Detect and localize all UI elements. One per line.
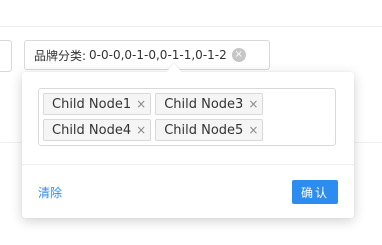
row-divider bbox=[0, 26, 382, 27]
confirm-button[interactable]: 确认 bbox=[291, 180, 338, 204]
close-icon[interactable]: × bbox=[136, 124, 146, 136]
filter-value: 0-0-0,0-1-0,0-1-1,0-1-2 bbox=[89, 48, 227, 62]
close-icon[interactable]: × bbox=[248, 124, 258, 136]
filter-label: 品牌分类: bbox=[34, 48, 87, 63]
selected-tags-box[interactable]: Child Node1 × Child Node3 × Child Node4 … bbox=[38, 88, 336, 146]
brand-category-filter[interactable]: 品牌分类: 0-0-0,0-1-0,0-1-1,0-1-2 × bbox=[24, 40, 270, 70]
tag-label: Child Node5 bbox=[164, 122, 244, 138]
tag-child-node1: Child Node1 × bbox=[43, 93, 152, 115]
tag-child-node3: Child Node3 × bbox=[155, 93, 264, 115]
popover-divider bbox=[22, 164, 354, 165]
clear-icon[interactable]: × bbox=[231, 48, 246, 62]
tag-label: Child Node1 bbox=[52, 96, 132, 112]
adjacent-filter-field[interactable] bbox=[0, 40, 12, 72]
tag-label: Child Node3 bbox=[164, 96, 244, 112]
filter-popover: Child Node1 × Child Node3 × Child Node4 … bbox=[22, 63, 354, 218]
close-icon[interactable]: × bbox=[248, 98, 258, 110]
tag-child-node4: Child Node4 × bbox=[43, 119, 152, 141]
tag-child-node5: Child Node5 × bbox=[155, 119, 264, 141]
tag-label: Child Node4 bbox=[52, 122, 132, 138]
reset-link[interactable]: 清除 bbox=[38, 184, 62, 201]
close-icon[interactable]: × bbox=[136, 98, 146, 110]
